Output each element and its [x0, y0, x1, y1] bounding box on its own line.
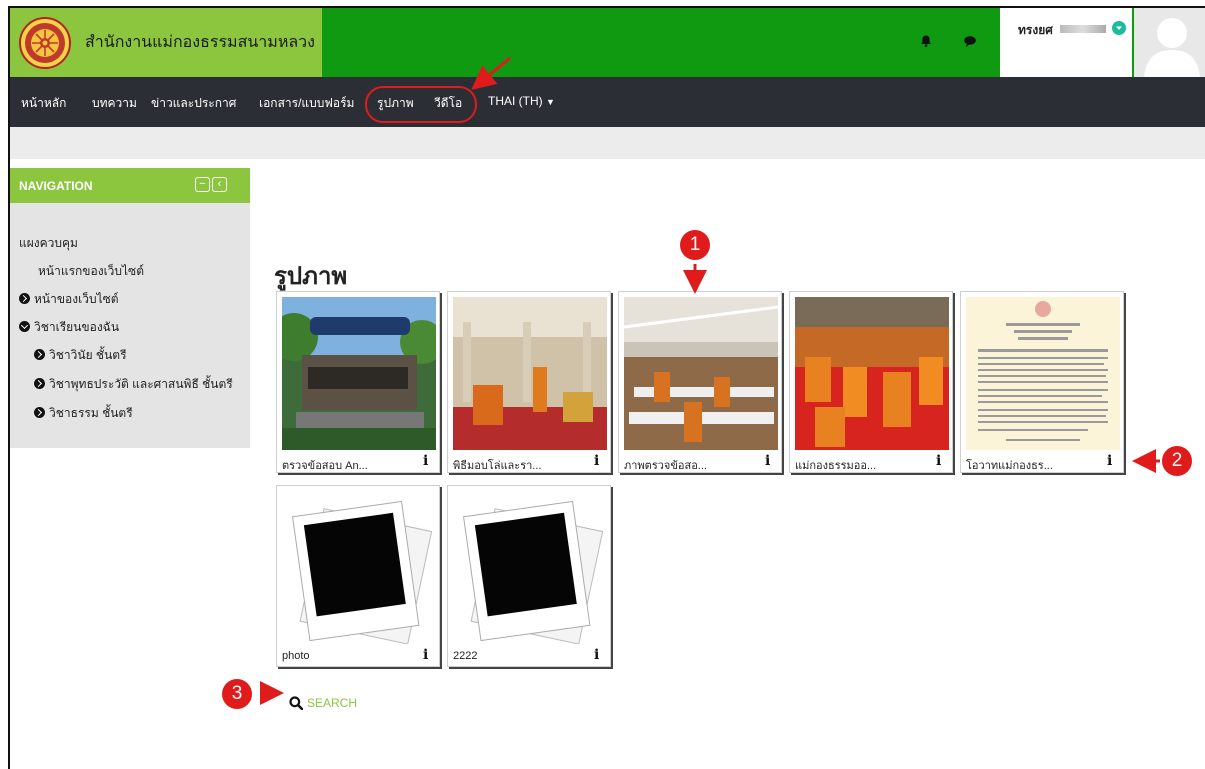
chevron-right-icon	[34, 349, 45, 360]
info-icon[interactable]: i	[423, 453, 428, 469]
chevron-right-icon	[34, 407, 45, 418]
sidebar-item-my-courses[interactable]: วิชาเรียนของฉัน	[19, 318, 119, 337]
photo-thumbnail[interactable]	[624, 297, 778, 450]
photo-caption: ภาพตรวจข้อสอ...	[624, 460, 707, 472]
navigation-header: NAVIGATION − ‹	[10, 168, 250, 203]
photo-thumbnail[interactable]	[966, 297, 1120, 450]
photo-placeholder[interactable]	[453, 491, 607, 644]
sidebar-item-label: วิชาวินัย ชั้นตรี	[49, 348, 127, 362]
bell-icon[interactable]	[919, 34, 933, 48]
annotation-circle	[365, 86, 477, 123]
site-title: สำนักงานแม่กองธรรมสนามหลวง	[85, 34, 315, 51]
annotation-number: 3	[222, 679, 252, 709]
main-navbar: หน้าหลัก บทความ ข่าวและประกาศ เอกสาร/แบบ…	[10, 77, 1205, 127]
avatar-icon	[1134, 8, 1205, 77]
sidebar-item-course-buddha-history[interactable]: วิชาพุทธประวัติ และศาสนพิธี ชั้นตรี	[34, 375, 233, 394]
chevron-down-icon	[19, 321, 30, 332]
language-dropdown[interactable]: THAI (TH) ▼	[488, 94, 555, 108]
photo-thumbnail[interactable]	[795, 297, 949, 450]
brand-bar[interactable]: สำนักงานแม่กองธรรมสนามหลวง	[10, 8, 322, 77]
photo-thumbnail[interactable]	[282, 297, 436, 450]
navigation-block: NAVIGATION − ‹ แผงควบคุม หน้าแรกของเว็บไ…	[10, 168, 250, 448]
sidebar-item-dashboard[interactable]: แผงควบคุม	[19, 234, 78, 253]
nav-documents[interactable]: เอกสาร/แบบฟอร์ม	[259, 94, 354, 113]
nav-home[interactable]: หน้าหลัก	[21, 94, 66, 113]
gallery-item[interactable]: ตรวจข้อสอบ An... i	[276, 291, 440, 473]
browser-viewport: สำนักงานแม่กองธรรมสนามหลวง ทรงยศ หน้าหลั…	[8, 6, 1205, 769]
avatar[interactable]	[1134, 8, 1205, 77]
gallery-item[interactable]: โอวาทแม่กองธร... i	[960, 291, 1124, 473]
info-icon[interactable]: i	[936, 453, 941, 469]
gallery-item[interactable]: พิธีมอบโล่และรา... i	[447, 291, 611, 473]
gallery-item[interactable]: ภาพตรวจข้อสอ... i	[618, 291, 782, 473]
user-surname-redacted	[1060, 25, 1106, 33]
search-label: SEARCH	[307, 696, 358, 710]
info-icon[interactable]: i	[594, 647, 599, 663]
dock-left-icon[interactable]: ‹	[212, 177, 227, 192]
sidebar-item-site-home[interactable]: หน้าแรกของเว็บไซต์	[38, 262, 144, 281]
photo-caption: 2222	[453, 650, 478, 662]
photo-caption: ตรวจข้อสอบ An...	[282, 460, 368, 472]
caret-down-icon: ▼	[546, 97, 555, 107]
sidebar-item-label: วิชาเรียนของฉัน	[34, 320, 120, 334]
search-link[interactable]: SEARCH	[289, 696, 357, 710]
sidebar-item-label: หน้าของเว็บไซต์	[34, 292, 119, 306]
photo-caption: โอวาทแม่กองธร...	[966, 460, 1053, 472]
annotation-number: 1	[680, 230, 710, 260]
gallery-item[interactable]: photo i	[276, 485, 440, 667]
info-icon[interactable]: i	[1107, 453, 1112, 469]
info-icon[interactable]: i	[594, 453, 599, 469]
photo-caption: photo	[282, 650, 310, 662]
annotation-number: 2	[1162, 446, 1192, 476]
site-header: สำนักงานแม่กองธรรมสนามหลวง ทรงยศ	[10, 8, 1205, 77]
chevron-right-icon	[19, 293, 30, 304]
sidebar-item-label: วิชาธรรม ชั้นตรี	[49, 406, 133, 420]
sidebar-item-course-dhamma[interactable]: วิชาธรรม ชั้นตรี	[34, 404, 133, 423]
nav-articles[interactable]: บทความ	[92, 94, 137, 113]
info-icon[interactable]: i	[423, 647, 428, 663]
search-icon	[289, 696, 303, 710]
chevron-right-icon	[34, 378, 45, 389]
user-status-icon	[1112, 21, 1126, 35]
sidebar-item-site-pages[interactable]: หน้าของเว็บไซต์	[19, 290, 119, 309]
page-header-band	[10, 127, 1205, 159]
language-label: THAI (TH)	[488, 94, 543, 108]
collapse-icon[interactable]: −	[195, 177, 210, 192]
photo-caption: พิธีมอบโล่และรา...	[453, 460, 542, 472]
info-icon[interactable]: i	[765, 453, 770, 469]
user-menu[interactable]: ทรงยศ	[1000, 8, 1132, 77]
chat-icon[interactable]	[963, 34, 977, 48]
photo-caption: แม่กองธรรมออ...	[795, 460, 877, 472]
navigation-title: NAVIGATION	[19, 179, 93, 193]
photo-thumbnail[interactable]	[453, 297, 607, 450]
seal-logo-icon	[19, 16, 71, 69]
page-title: รูปภาพ	[274, 263, 348, 290]
sidebar-item-label: วิชาพุทธประวัติ และศาสนพิธี ชั้นตรี	[49, 377, 233, 391]
nav-news[interactable]: ข่าวและประกาศ	[151, 94, 236, 113]
user-name: ทรงยศ	[1018, 23, 1053, 37]
gallery-item[interactable]: 2222 i	[447, 485, 611, 667]
gallery-item[interactable]: แม่กองธรรมออ... i	[789, 291, 953, 473]
sidebar-item-course-vinaya[interactable]: วิชาวินัย ชั้นตรี	[34, 346, 127, 365]
photo-placeholder[interactable]	[282, 491, 436, 644]
